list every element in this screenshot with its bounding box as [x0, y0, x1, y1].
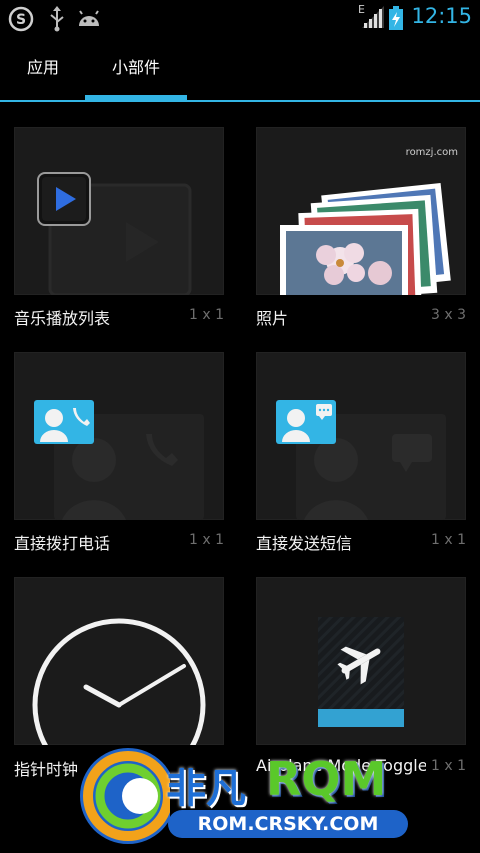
- tab-bar: 应用 小部件: [0, 36, 480, 102]
- widget-size-direct-dial: 1 x 1: [189, 532, 224, 548]
- contact-call-icon: [34, 400, 204, 520]
- widget-preview-photos[interactable]: romzj.com: [256, 127, 466, 295]
- clock: 12:15: [411, 4, 472, 28]
- brand-cn-text: 非凡: [166, 766, 246, 812]
- widget-name-direct-dial: 直接拨打电话: [14, 534, 111, 553]
- corner-watermark: romzj.com: [405, 147, 458, 158]
- brand-watermark: 非凡 RQM ROM.CRSKY.COM: [70, 738, 480, 853]
- widget-size-photos: 3 x 3: [431, 307, 466, 323]
- signal-icon: [362, 6, 384, 28]
- contact-sms-icon: [276, 400, 446, 520]
- widget-preview-direct-sms[interactable]: [256, 352, 466, 520]
- status-bar: S E 12:15: [0, 0, 480, 36]
- s-logo-icon: S: [8, 6, 34, 32]
- android-icon: [79, 10, 99, 26]
- tab-widgets[interactable]: 小部件: [85, 36, 187, 100]
- widget-name-analog-clock: 指针时钟: [14, 760, 79, 779]
- brand-site-text: ROM.CRSKY.COM: [168, 810, 408, 838]
- brand-en-text: RQM: [266, 752, 387, 806]
- tab-apps[interactable]: 应用: [14, 36, 72, 100]
- tab-divider: [0, 100, 480, 102]
- svg-text:S: S: [16, 12, 26, 28]
- widget-preview-airplane-mode[interactable]: [256, 577, 466, 745]
- widget-preview-music-playlist[interactable]: [14, 127, 224, 295]
- battery-icon: [389, 6, 403, 30]
- widget-preview-analog-clock[interactable]: [14, 577, 224, 745]
- widget-size-music-playlist: 1 x 1: [189, 307, 224, 323]
- brand-swirl-logo: [80, 748, 170, 844]
- usb-icon: [50, 6, 64, 32]
- widget-name-photos: 照片: [256, 309, 289, 328]
- widget-name-music-playlist: 音乐播放列表: [14, 309, 111, 328]
- music-play-icon: [37, 172, 192, 295]
- analog-clock-icon: [32, 618, 206, 745]
- widget-size-direct-sms: 1 x 1: [431, 532, 466, 548]
- widget-name-direct-sms: 直接发送短信: [256, 534, 353, 553]
- airplane-icon: [318, 617, 404, 727]
- widget-preview-direct-dial[interactable]: [14, 352, 224, 520]
